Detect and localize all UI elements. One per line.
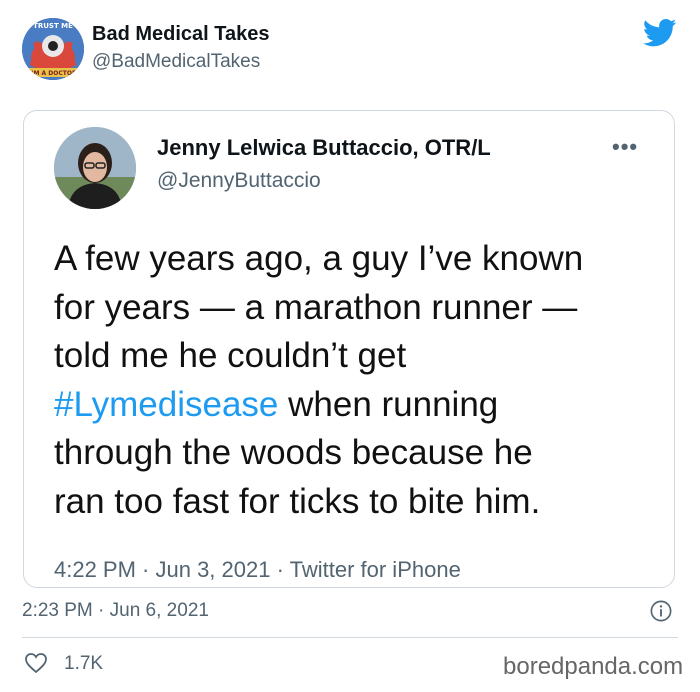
quoted-author-avatar[interactable] [54,127,136,209]
hashtag-link[interactable]: #Lymedisease [54,385,278,424]
tweet-text-line: told me he couldn’t get [54,336,407,375]
avatar-text-top: TRUST ME [33,22,73,30]
more-icon[interactable]: ••• [612,134,638,160]
quoted-tweet-meta: 4:22 PM · Jun 3, 2021 · Twitter for iPho… [54,557,461,582]
tweet-text-line: ran too fast for ticks to bite him. [54,481,541,521]
like-count: 1.7K [64,653,104,674]
divider [22,637,678,638]
author-name[interactable]: Bad Medical Takes [92,23,269,46]
tweet-text-fragment: when running [278,384,499,424]
quoted-author-handle[interactable]: @JennyButtaccio [157,169,321,193]
quoted-author-name[interactable]: Jenny Lelwica Buttaccio, OTR/L [157,135,491,161]
quoted-tweet-text: A few years ago, a guy I’ve known for ye… [54,235,664,526]
tweet-text-line: through the woods because he [54,433,533,472]
quoted-tweet-card[interactable]: Jenny Lelwica Buttaccio, OTR/L @JennyBut… [23,110,675,588]
author-handle[interactable]: @BadMedicalTakes [92,51,260,73]
tweet-timestamp[interactable]: 2:23 PM · Jun 6, 2021 [22,600,209,622]
avatar-text-bottom: I'M A DOCTOR [29,70,77,77]
watermark: boredpanda.com [503,653,684,680]
author-avatar[interactable]: TRUST ME I'M A DOCTOR [22,18,84,80]
tweet-text-line: for years — a marathon runner — [54,287,578,327]
tweet-text-line: #Lymedisease when running [54,381,664,430]
tweet-text-line: A few years ago, a guy I’ve known [54,239,584,278]
info-icon[interactable] [650,600,672,622]
tweet-screenshot: TRUST ME I'M A DOCTOR Bad Medical Takes … [0,0,700,692]
heart-icon[interactable] [24,652,48,674]
twitter-bird-icon[interactable] [643,18,677,48]
